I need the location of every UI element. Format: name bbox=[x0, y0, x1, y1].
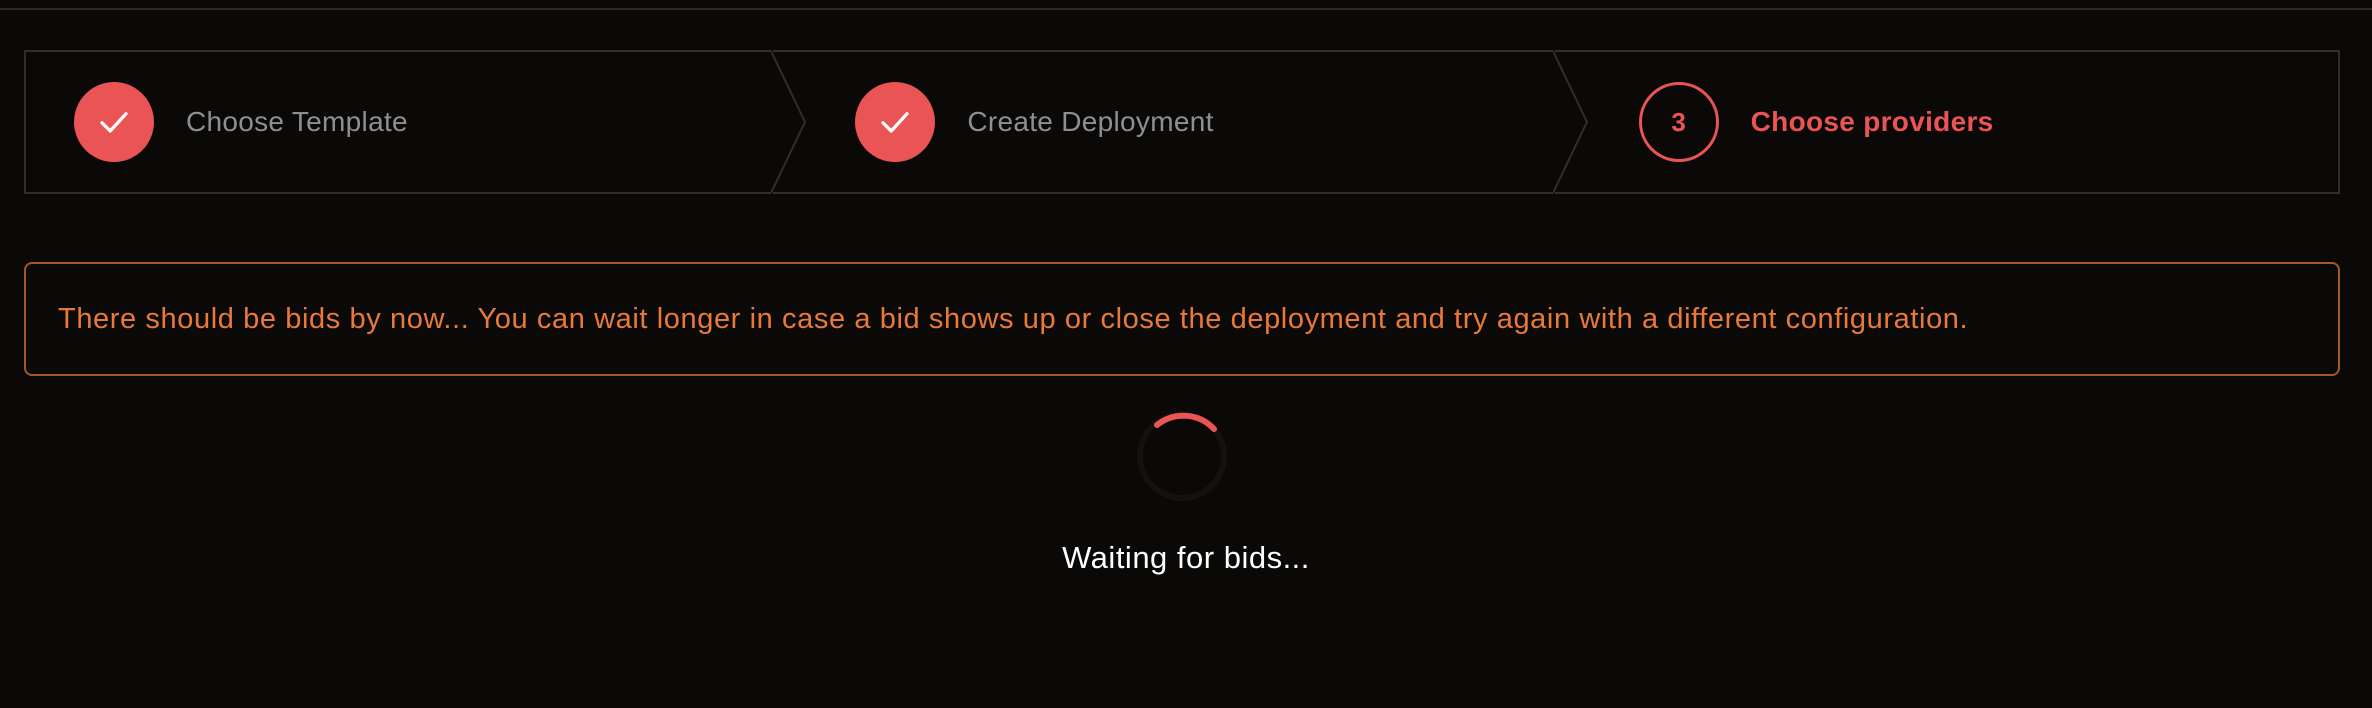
step-choose-template[interactable]: Choose Template bbox=[26, 50, 807, 194]
step-choose-providers[interactable]: 3 Choose providers bbox=[1555, 52, 2338, 192]
step-label: Create Deployment bbox=[967, 106, 1214, 137]
deployment-stepper: Choose Template Create Deployment 3 Choo… bbox=[24, 50, 2340, 194]
warning-alert: There should be bids by now... You can w… bbox=[24, 262, 2340, 376]
spinner-icon bbox=[1137, 411, 1227, 501]
step-create-deployment[interactable]: Create Deployment bbox=[773, 50, 1588, 194]
step-complete-badge bbox=[855, 82, 936, 162]
alert-message: There should be bids by now... You can w… bbox=[58, 302, 1969, 335]
step-label: Choose providers bbox=[1750, 106, 1994, 137]
check-icon bbox=[100, 112, 128, 133]
step-separator-chevron bbox=[771, 50, 807, 194]
step-separator-chevron bbox=[1552, 50, 1588, 194]
top-divider bbox=[0, 8, 2372, 10]
waiting-status-text: Waiting for bids... bbox=[1062, 540, 1310, 575]
step-complete-badge bbox=[74, 82, 154, 162]
page: Choose Template Create Deployment 3 Choo… bbox=[0, 0, 2372, 708]
step-number-badge: 3 bbox=[1638, 82, 1719, 162]
check-icon bbox=[881, 112, 909, 133]
step-label: Choose Template bbox=[186, 106, 408, 137]
